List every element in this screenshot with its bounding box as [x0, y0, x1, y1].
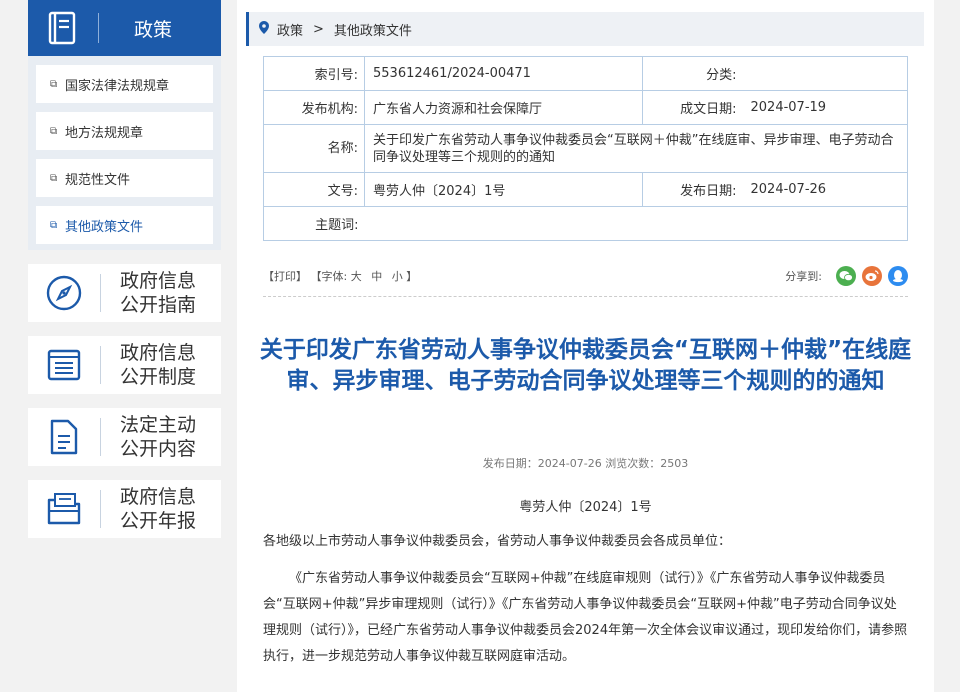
meta-label: 文号:	[263, 172, 365, 207]
policy-header[interactable]: 政策	[28, 0, 221, 56]
bookmark-icon: ⧉	[50, 219, 58, 231]
policy-title: 政策	[133, 18, 172, 41]
document-info: 发布日期：2024-07-26 浏览次数：2503	[482, 457, 689, 470]
font-size-prefix: 【字体:	[310, 270, 348, 283]
nav-annual-report[interactable]: 政府信息 公开年报	[28, 480, 221, 538]
policy-book-icon	[28, 0, 98, 56]
meta-category-value	[742, 56, 908, 91]
sidebar-item-label: 其他政策文件	[65, 219, 144, 235]
font-medium-button[interactable]: 中	[371, 270, 382, 283]
bookmark-icon: ⧉	[50, 125, 58, 137]
nav-label: 政府信息 公开指南	[119, 270, 196, 316]
meta-label: 分类:	[642, 56, 743, 91]
nav-disclosure-guide[interactable]: 政府信息 公开指南	[28, 264, 221, 322]
bookmark-icon: ⧉	[50, 172, 58, 184]
sidebar: 政策 ⧉ 国家法律法规规章 ⧉ 地方法规规章 ⧉ 规范性文件 ⧉ 其他政策文件	[28, 0, 221, 538]
sidebar-item-national-laws[interactable]: ⧉ 国家法律法规规章	[36, 65, 213, 103]
font-small-button[interactable]: 小	[392, 270, 403, 283]
sidebar-item-label: 规范性文件	[65, 172, 131, 188]
meta-label: 发布机构:	[263, 90, 365, 125]
document-title: 关于印发广东省劳动人事争议仲裁委员会“互联网＋仲裁”在线庭审、异步审理、电子劳动…	[259, 337, 912, 394]
location-pin-icon	[259, 20, 269, 38]
print-button[interactable]: 【打印】	[263, 270, 307, 283]
main-content: 政策 > 其他政策文件 索引号: 553612461/2024-00471 分类…	[237, 0, 934, 692]
document-number: 粤劳人仲〔2024〕1号	[519, 500, 652, 515]
meta-docno-value: 粤劳人仲〔2024〕1号	[364, 172, 643, 207]
meta-label: 主题词:	[263, 206, 365, 241]
compass-icon	[28, 274, 100, 312]
nav-statutory-content[interactable]: 法定主动 公开内容	[28, 408, 221, 466]
meta-name-value: 关于印发广东省劳动人事争议仲裁委员会“互联网＋仲裁”在线庭审、异步审理、电子劳动…	[364, 124, 908, 173]
weibo-share-icon[interactable]	[862, 266, 882, 286]
meta-keywords-value	[364, 206, 908, 241]
breadcrumb-link-other-policy[interactable]: 其他政策文件	[334, 20, 412, 39]
policy-nav: 政策 ⧉ 国家法律法规规章 ⧉ 地方法规规章 ⧉ 规范性文件 ⧉ 其他政策文件	[28, 0, 221, 250]
folder-icon	[28, 490, 100, 528]
sidebar-item-normative-docs[interactable]: ⧉ 规范性文件	[36, 159, 213, 197]
nav-label: 政府信息 公开制度	[119, 342, 196, 388]
share-bar: 分享到:	[785, 266, 908, 286]
meta-published-value: 2024-07-26	[742, 172, 908, 207]
article-toolbar: 【打印】 【字体: 大 中 小 】 分享到:	[263, 262, 908, 290]
divider	[263, 296, 908, 297]
toolbar-left: 【打印】 【字体: 大 中 小 】	[263, 268, 417, 284]
breadcrumb-link-policy[interactable]: 政策	[277, 20, 303, 39]
sidebar-item-label: 地方法规规章	[65, 125, 144, 141]
share-label: 分享到:	[785, 270, 822, 283]
nav-disclosure-system[interactable]: 政府信息 公开制度	[28, 336, 221, 394]
bookmark-icon: ⧉	[50, 78, 58, 90]
meta-index-value: 553612461/2024-00471	[364, 56, 643, 91]
breadcrumb: 政策 > 其他政策文件	[246, 12, 924, 46]
meta-label: 成文日期:	[642, 90, 743, 125]
document-body: 《广东省劳动人事争议仲裁委员会“互联网+仲裁”在线庭审规则（试行）》《广东省劳动…	[263, 571, 908, 664]
document-icon	[28, 418, 100, 456]
nav-label: 法定主动 公开内容	[119, 414, 196, 460]
list-icon	[28, 347, 100, 383]
document-salutation: 各地级以上市劳动人事争议仲裁委员会，省劳动人事争议仲裁委员会各成员单位：	[263, 534, 732, 549]
document-meta-table: 索引号: 553612461/2024-00471 分类: 发布机构: 广东省人…	[263, 56, 908, 241]
breadcrumb-separator: >	[313, 21, 324, 37]
font-size-suffix: 】	[406, 270, 418, 283]
qq-share-icon[interactable]	[888, 266, 908, 286]
meta-publisher-value: 广东省人力资源和社会保障厅	[364, 90, 643, 125]
meta-label: 索引号:	[263, 56, 365, 91]
sidebar-item-local-laws[interactable]: ⧉ 地方法规规章	[36, 112, 213, 150]
meta-created-value: 2024-07-19	[742, 90, 908, 125]
nav-label: 政府信息 公开年报	[119, 486, 196, 532]
sidebar-item-other-policy[interactable]: ⧉ 其他政策文件	[36, 206, 213, 244]
meta-label: 名称:	[263, 124, 365, 173]
font-large-button[interactable]: 大	[351, 270, 362, 283]
sidebar-item-label: 国家法律法规规章	[65, 78, 170, 94]
wechat-share-icon[interactable]	[836, 266, 856, 286]
meta-label: 发布日期:	[642, 172, 743, 207]
